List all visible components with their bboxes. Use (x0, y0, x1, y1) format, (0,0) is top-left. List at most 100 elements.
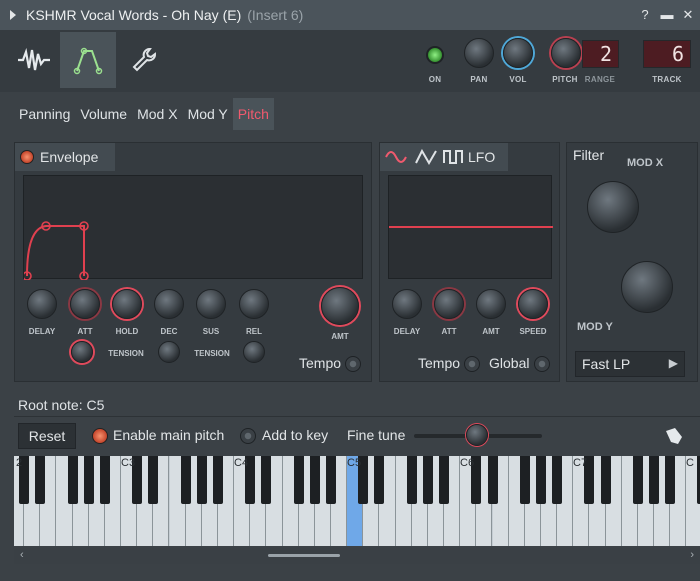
piano-black-key[interactable] (326, 456, 336, 504)
env-rel-label: REL (246, 327, 262, 336)
piano-black-key[interactable] (35, 456, 46, 504)
tension-label-2: TENSION (194, 349, 230, 358)
piano-black-key[interactable] (439, 456, 450, 504)
tab-volume[interactable]: Volume (75, 98, 132, 130)
sine-wave-icon[interactable] (384, 147, 408, 167)
lfo-att-knob[interactable] (434, 289, 464, 319)
envelope-graph[interactable] (22, 175, 363, 281)
piano-black-key[interactable] (196, 456, 207, 504)
triangle-wave-icon[interactable] (414, 147, 438, 167)
keyboard-scrollbar[interactable]: ‹ › (14, 548, 700, 564)
close-icon[interactable]: ✕ (679, 6, 697, 24)
mod-x-label: MOD X (627, 157, 664, 169)
piano-black-key[interactable] (632, 456, 643, 504)
env-dec-knob[interactable] (154, 289, 184, 319)
piano-black-key[interactable] (406, 456, 417, 504)
mod-y-knob[interactable] (621, 261, 673, 313)
mod-x-knob[interactable] (587, 181, 639, 233)
piano-black-key[interactable] (83, 456, 94, 504)
envelope-enable-led[interactable] (20, 150, 34, 164)
tab-panning[interactable]: Panning (14, 98, 75, 130)
piano-black-key[interactable] (309, 456, 320, 504)
piano-keyboard[interactable]: 2 C3 C4 C5 C6 C7 C (14, 456, 700, 546)
piano-black-key[interactable] (293, 456, 304, 504)
env-rel-knob[interactable] (239, 289, 269, 319)
lfo-amt-label: AMT (482, 327, 500, 336)
piano-black-key[interactable] (180, 456, 191, 504)
filter-title: Filter (573, 147, 605, 163)
tension-knob-3[interactable] (243, 341, 265, 363)
lfo-delay-label: DELAY (393, 327, 421, 336)
reset-button[interactable]: Reset (18, 423, 76, 449)
env-sus-knob[interactable] (196, 289, 226, 319)
add-to-key-toggle[interactable] (240, 428, 256, 444)
filter-type-select[interactable]: Fast LP ▶ (575, 351, 685, 377)
lfo-delay-knob[interactable] (392, 289, 422, 319)
lfo-curve (389, 226, 553, 228)
track-label: TRACK (652, 75, 682, 84)
piano-black-key[interactable] (261, 456, 272, 504)
octave-label: C (686, 457, 694, 469)
scrollbar-thumb[interactable] (268, 554, 340, 557)
tab-mod-y[interactable]: Mod Y (183, 98, 233, 130)
on-led[interactable] (426, 46, 444, 64)
range-display[interactable]: 2 (582, 40, 619, 68)
piano-black-key[interactable] (67, 456, 78, 504)
tab-wave-mode[interactable] (6, 32, 62, 88)
env-tempo-radio[interactable] (345, 356, 361, 372)
lfo-tempo-radio[interactable] (464, 356, 480, 372)
enable-main-pitch-toggle[interactable] (92, 428, 108, 444)
scroll-left-icon[interactable]: ‹ (20, 549, 24, 561)
vol-knob[interactable] (503, 38, 533, 68)
lfo-speed-label: SPEED (519, 327, 547, 336)
tension-knob-2[interactable] (158, 341, 180, 363)
piano-black-key[interactable] (148, 456, 159, 504)
octave-label: 2 (16, 457, 23, 469)
env-dec-label: DEC (160, 327, 178, 336)
add-to-key-label: Add to key (262, 427, 329, 443)
scroll-right-icon[interactable]: › (690, 549, 694, 561)
chevron-right-icon: ▶ (668, 356, 678, 370)
piano-black-key[interactable] (552, 456, 563, 504)
piano-black-key[interactable] (535, 456, 546, 504)
toolbar: ON PAN VOL PITCH 2 RANGE 6 TRACK (0, 30, 700, 92)
lfo-panel: LFO DELAY ATT AMT SPEED Tempo Global (379, 142, 560, 382)
tab-mod-x[interactable]: Mod X (132, 98, 182, 130)
minimize-icon[interactable]: ▬ (658, 6, 676, 24)
piano-black-key[interactable] (99, 456, 110, 504)
piano-black-key[interactable] (487, 456, 498, 504)
piano-black-key[interactable] (519, 456, 530, 504)
piano-black-key[interactable] (212, 456, 223, 504)
lfo-amt-knob[interactable] (476, 289, 506, 319)
piano-black-key[interactable] (665, 456, 676, 504)
lfo-header: LFO (380, 143, 508, 171)
env-amt-knob[interactable] (321, 287, 359, 325)
piano-black-key[interactable] (600, 456, 611, 504)
piano-black-key[interactable] (649, 456, 659, 504)
help-icon[interactable]: ? (636, 6, 654, 24)
pan-knob[interactable] (464, 38, 494, 68)
tab-pitch[interactable]: Pitch (232, 98, 274, 130)
env-amt-label: AMT (331, 332, 349, 341)
pick-key-icon[interactable] (663, 425, 685, 447)
track-display[interactable]: 6 (643, 40, 691, 68)
lfo-global-radio[interactable] (534, 356, 550, 372)
pitch-knob[interactable] (551, 38, 581, 68)
piano-black-key[interactable] (374, 456, 385, 504)
env-delay-knob[interactable] (27, 289, 57, 319)
tab-envelope-mode[interactable] (60, 32, 116, 88)
tab-settings-mode[interactable] (116, 32, 172, 88)
tension-knob-1[interactable] (71, 341, 93, 363)
env-att-knob[interactable] (70, 289, 100, 319)
lfo-graph[interactable] (388, 175, 553, 279)
piano-black-key[interactable] (422, 456, 433, 504)
square-wave-icon[interactable] (442, 147, 466, 167)
octave-label: C5 (347, 457, 362, 469)
octave-label: C4 (234, 457, 249, 469)
fine-tune-knob[interactable] (466, 424, 488, 446)
enable-main-pitch-label: Enable main pitch (113, 427, 225, 443)
envelope-header: Envelope (15, 143, 115, 171)
lfo-speed-knob[interactable] (518, 289, 548, 319)
env-hold-knob[interactable] (112, 289, 142, 319)
window-menu-arrow-icon[interactable] (10, 10, 16, 20)
